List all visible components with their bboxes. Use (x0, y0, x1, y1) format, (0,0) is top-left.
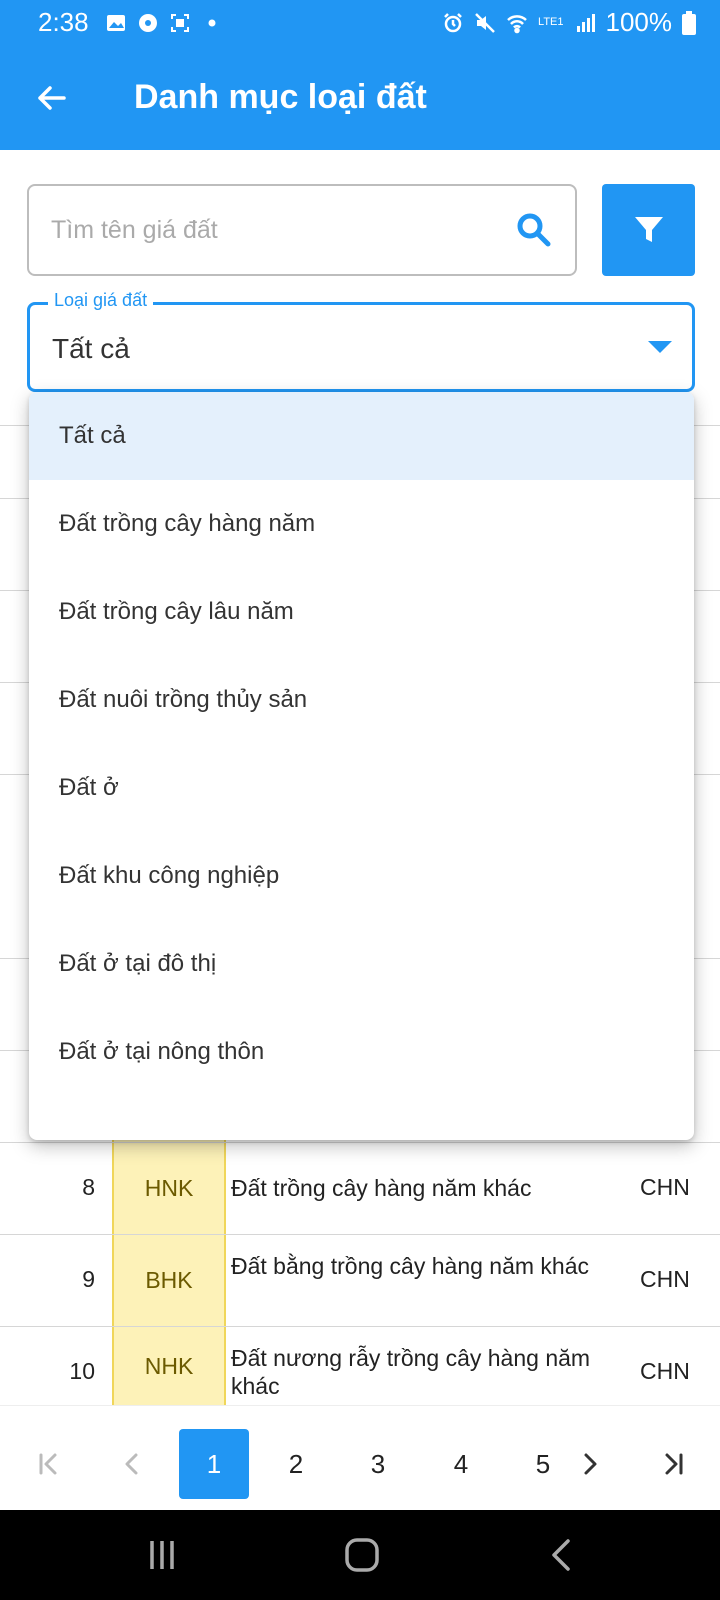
table-row[interactable]: 9 BHK Đất bằng trồng cây hàng năm khác C… (0, 1234, 720, 1326)
soccer-icon (138, 13, 157, 32)
land-type-name: Đất nương rẫy trồng cây hàng năm khác (231, 1345, 591, 1399)
first-page-icon (39, 1453, 57, 1475)
status-time: 2:38 (38, 7, 89, 37)
screenshot-icon (170, 13, 189, 32)
page-button[interactable]: 2 (261, 1429, 331, 1499)
prev-page-button[interactable] (97, 1429, 167, 1499)
first-page-button[interactable] (14, 1429, 84, 1499)
dropdown-option-residential-land[interactable]: Đất ở (29, 744, 694, 832)
chevron-left-icon (125, 1453, 138, 1475)
filter-button[interactable] (602, 184, 695, 276)
code-cell: BHK (112, 1235, 226, 1326)
pagination: 1 2 3 4 5 (0, 1405, 720, 1510)
network-label: LTE1 (538, 16, 564, 28)
dropdown-option-all[interactable]: Tất cả (29, 392, 694, 480)
dropdown-option-industrial-zone-land[interactable]: Đất khu công nghiệp (29, 832, 694, 920)
home-button[interactable] (332, 1532, 392, 1578)
land-price-type-select[interactable]: Loại giá đất Tất cả (27, 290, 695, 392)
code-cell: HNK (112, 1143, 226, 1234)
system-nav-bar (0, 1510, 720, 1600)
home-icon (345, 1538, 379, 1572)
status-bar: 2:38 LTE1 100% (0, 0, 720, 45)
search-field[interactable] (27, 184, 577, 276)
code-cell: NHK (112, 1327, 226, 1405)
row-index: 9 (82, 1266, 95, 1292)
chevron-down-icon (648, 341, 672, 353)
dropdown-option-annual-crop-land[interactable]: Đất trồng cây hàng năm (29, 480, 694, 568)
wifi-icon (507, 14, 527, 33)
back-button[interactable] (22, 68, 82, 128)
last-page-button[interactable] (638, 1429, 708, 1499)
arrow-left-icon (38, 85, 66, 110)
battery-percent: 100% (605, 7, 673, 37)
row-index: 8 (82, 1174, 95, 1200)
dropdown-option-urban-residential-land[interactable]: Đất ở tại đô thị (29, 920, 694, 1008)
land-type-name: Đất trồng cây hàng năm khác (231, 1175, 532, 1201)
land-type-name: Đất bằng trồng cây hàng năm khác (231, 1253, 590, 1279)
dropdown-option-aquaculture-land[interactable]: Đất nuôi trồng thủy sản (29, 656, 694, 744)
alarm-icon (444, 12, 462, 32)
page-title: Danh mục loại đất (134, 78, 427, 116)
dropdown-menu: Tất cả Đất trồng cây hàng năm Đất trồng … (29, 392, 694, 1140)
table-row[interactable]: 8 HNK Đất trồng cây hàng năm khác CHN (0, 1142, 720, 1234)
gallery-icon (106, 14, 125, 31)
land-group: CHN (640, 1174, 690, 1200)
next-page-button[interactable] (555, 1429, 625, 1499)
land-group: CHN (640, 1266, 690, 1292)
battery-icon (682, 10, 696, 35)
row-index: 10 (69, 1358, 95, 1384)
recent-apps-button[interactable] (132, 1532, 192, 1578)
back-nav-icon (552, 1539, 570, 1571)
page-button[interactable]: 4 (426, 1429, 496, 1499)
select-label: Loại giá đất (48, 290, 154, 311)
search-input[interactable] (51, 215, 515, 245)
dropdown-option-rural-residential-land[interactable]: Đất ở tại nông thôn (29, 1008, 694, 1096)
recent-apps-icon (150, 1541, 174, 1569)
signal-icon (576, 13, 595, 32)
page-button[interactable]: 1 (179, 1429, 249, 1499)
app-bar: Danh mục loại đất (0, 45, 720, 150)
table-row[interactable]: 10 NHK Đất nương rẫy trồng cây hàng năm … (0, 1326, 720, 1405)
select-value: Tất cả (52, 333, 130, 364)
land-group: CHN (640, 1358, 690, 1384)
last-page-icon (665, 1453, 683, 1475)
search-icon[interactable] (515, 211, 553, 249)
filter-icon (634, 217, 663, 242)
page-button[interactable]: 3 (343, 1429, 413, 1499)
mute-icon (475, 12, 495, 33)
notification-dot-icon (208, 19, 216, 26)
dropdown-option-perennial-crop-land[interactable]: Đất trồng cây lâu năm (29, 568, 694, 656)
chevron-right-icon (584, 1453, 597, 1475)
system-back-button[interactable] (532, 1532, 592, 1578)
